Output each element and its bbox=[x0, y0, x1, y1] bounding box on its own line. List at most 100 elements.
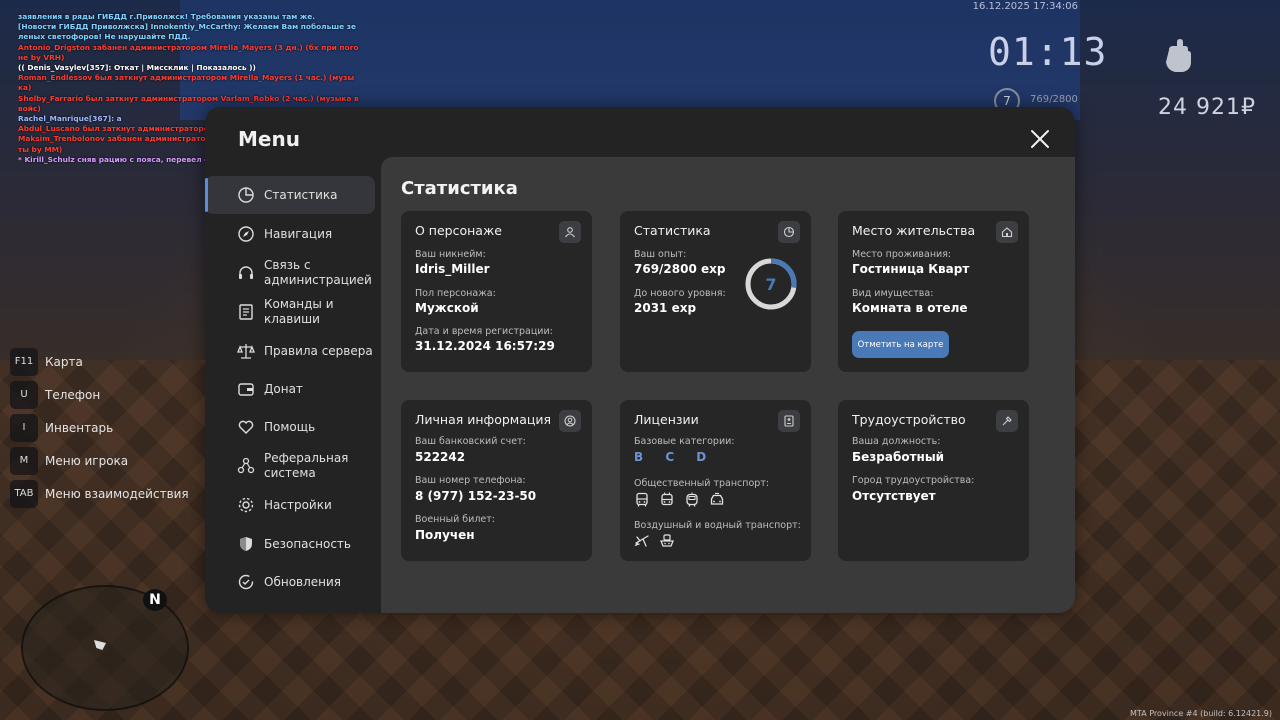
sidebar-item-label: Команды и клавиши bbox=[264, 297, 334, 326]
referral-icon bbox=[237, 457, 255, 474]
chat-line: леных светофоров! Не нарушайте ПДД. bbox=[18, 32, 191, 42]
minimap-north-marker: N bbox=[143, 589, 167, 611]
sidebar-item-statistics[interactable]: Статистика bbox=[205, 176, 375, 214]
sidebar-item-label: Реферальная система bbox=[264, 451, 349, 480]
hotkey-list: F11 Карта U Телефон I Инвентарь M Меню игрок… bbox=[10, 345, 189, 510]
residence-place-label: Место проживания: bbox=[852, 249, 952, 260]
bank-account-label: Ваш банковский счет: bbox=[415, 436, 526, 447]
job-city-value: Отсутствует bbox=[852, 489, 936, 503]
registration-value: 31.12.2024 16:57:29 bbox=[415, 339, 555, 353]
card-personal-info: Личная информация Ваш банковский счет: 5… bbox=[401, 400, 592, 561]
chat-line: Antonio_Drigston забанен администратором… bbox=[18, 42, 359, 52]
hud-date: 16.12.2025 17:34:06 bbox=[972, 1, 1078, 12]
residence-place-value: Гостиница Кварт bbox=[852, 262, 970, 276]
chat-line: [Новости ГИБДД Приволжска] Innokentiy_Mc… bbox=[18, 22, 357, 32]
chat-line: заявления в ряды ГИБДД г.Приволжск! Треб… bbox=[18, 12, 316, 21]
sidebar-item-security[interactable]: Безопасность bbox=[205, 525, 375, 563]
bus-icon bbox=[636, 492, 648, 507]
user-icon bbox=[559, 221, 581, 243]
sidebar-item-label: Навигация bbox=[264, 226, 333, 241]
tram-icon bbox=[686, 492, 698, 507]
sidebar-item-help[interactable]: Помощь bbox=[205, 408, 375, 446]
compass-icon bbox=[238, 226, 254, 242]
phone-value: 8 (977) 152-23-50 bbox=[415, 489, 537, 503]
boat-icon bbox=[660, 534, 674, 547]
hotkey-map[interactable]: F11 Карта bbox=[10, 345, 189, 378]
sidebar-item-commands[interactable]: Команды и клавиши bbox=[205, 293, 375, 331]
basic-categories-label: Базовые категории: bbox=[634, 436, 735, 447]
card-statistics: Статистика Ваш опыт: 769/2800 exp До нов… bbox=[620, 211, 811, 372]
hotkey-key: I bbox=[10, 413, 38, 442]
fist-icon bbox=[1166, 39, 1191, 72]
registration-label: Дата и время регистрации: bbox=[415, 326, 553, 337]
hotkey-label: Меню игрока bbox=[45, 453, 129, 468]
chat-line: ка) bbox=[18, 83, 32, 93]
public-transport-icons bbox=[634, 492, 725, 508]
job-city-label: Город трудоустройства: bbox=[852, 475, 975, 486]
page-title: Статистика bbox=[401, 178, 518, 199]
taxi-icon bbox=[710, 492, 724, 505]
sidebar-item-label: Настройки bbox=[264, 497, 332, 512]
public-transport-label: Общественный транспорт: bbox=[634, 478, 770, 489]
gender-label: Пол персонажа: bbox=[415, 288, 496, 299]
hotkey-label: Телефон bbox=[45, 387, 101, 402]
tools-icon bbox=[996, 410, 1018, 432]
hud-exp: 769/2800 bbox=[1030, 94, 1078, 105]
user-circle-icon bbox=[559, 410, 581, 432]
hotkey-label: Меню взаимодействия bbox=[45, 486, 189, 501]
sidebar-item-admin-contact[interactable]: Связь с администрацией bbox=[205, 254, 375, 292]
refresh-icon bbox=[238, 574, 254, 590]
card-licenses: Лицензии Базовые категории: B C D Общест… bbox=[620, 400, 811, 561]
sidebar-item-label: Связь с администрацией bbox=[264, 258, 372, 287]
pie-chart-icon bbox=[238, 187, 254, 203]
sidebar-item-rules[interactable]: Правила сервера bbox=[205, 332, 375, 370]
plane-icon bbox=[634, 535, 649, 547]
phone-label: Ваш номер телефона: bbox=[415, 475, 526, 486]
chat-line: не by VRH) bbox=[18, 52, 65, 62]
scales-icon bbox=[237, 344, 255, 359]
gender-value: Мужской bbox=[415, 301, 479, 315]
bank-account-value: 522242 bbox=[415, 450, 466, 464]
sidebar-item-label: Статистика bbox=[264, 187, 338, 202]
exp-value: 769/2800 exp bbox=[634, 262, 726, 276]
nick-value: Idris_Miller bbox=[415, 262, 490, 276]
hotkey-label: Карта bbox=[45, 354, 83, 369]
sidebar-item-donate[interactable]: Донат bbox=[205, 370, 375, 408]
hotkey-player-menu[interactable]: M Меню игрока bbox=[10, 444, 189, 477]
card-character: О персонаже Ваш никнейм: Idris_Miller По… bbox=[401, 211, 592, 372]
military-id-label: Военный билет: bbox=[415, 514, 495, 525]
military-id-value: Получен bbox=[415, 528, 475, 542]
exp-label: Ваш опыт: bbox=[634, 249, 687, 260]
chat-line: (( Denis_Vasylev[357]: Откат | Миссклик … bbox=[18, 63, 256, 73]
card-title: Лицензии bbox=[634, 412, 699, 427]
hotkey-key: M bbox=[10, 446, 38, 475]
sidebar-item-label: Правила сервера bbox=[264, 343, 373, 358]
property-type-label: Вид имущества: bbox=[852, 288, 934, 299]
card-title: О персонаже bbox=[415, 223, 502, 238]
headset-icon bbox=[239, 266, 253, 279]
hotkey-inventory[interactable]: I Инвентарь bbox=[10, 411, 189, 444]
sidebar-item-navigation[interactable]: Навигация bbox=[205, 215, 375, 253]
property-type-value: Комната в отеле bbox=[852, 301, 968, 315]
card-title: Трудоустройство bbox=[852, 412, 966, 427]
close-icon[interactable] bbox=[1029, 128, 1051, 150]
hud-time: 01:13 bbox=[988, 30, 1108, 74]
hotkey-interaction-menu[interactable]: TAB Меню взаимодействия bbox=[10, 477, 189, 510]
card-title: Статистика bbox=[634, 223, 711, 238]
build-info: MTA Province #4 (build: 6.12421.9) bbox=[1130, 709, 1272, 718]
card-residence: Место жительства Место проживания: Гости… bbox=[838, 211, 1029, 372]
menu-title: Menu bbox=[238, 127, 300, 151]
pie-chart-icon bbox=[778, 221, 800, 243]
hotkey-phone[interactable]: U Телефон bbox=[10, 378, 189, 411]
card-title: Личная информация bbox=[415, 412, 552, 427]
level-number: 7 bbox=[765, 275, 776, 294]
sidebar-item-label: Безопасность bbox=[264, 536, 351, 551]
sidebar-item-referral[interactable]: Реферальная система bbox=[205, 447, 375, 485]
sidebar-item-updates[interactable]: Обновления bbox=[205, 563, 375, 601]
shield-icon bbox=[240, 537, 252, 551]
hud-money: 24 921₽ bbox=[1158, 95, 1256, 120]
mark-on-map-button[interactable]: Отметить на карте bbox=[852, 331, 949, 358]
hotkey-label: Инвентарь bbox=[45, 420, 114, 435]
sidebar-item-settings[interactable]: Настройки bbox=[205, 486, 375, 524]
gear-icon bbox=[238, 497, 254, 513]
